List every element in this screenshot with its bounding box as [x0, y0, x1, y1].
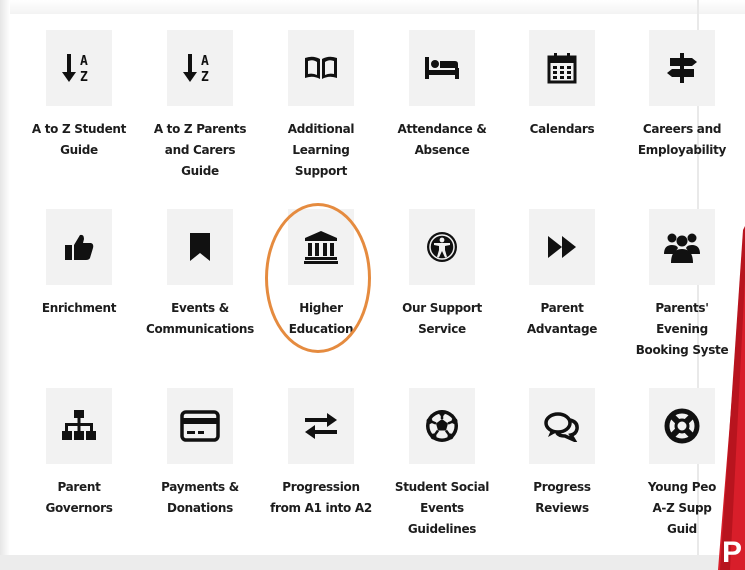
- quick-link-a-to-z-student-guide[interactable]: AZ A to Z Student Guide: [19, 30, 139, 161]
- credit-card-icon: [167, 388, 233, 464]
- sitemap-icon: [46, 388, 112, 464]
- left-shadow: [0, 0, 10, 555]
- label-line: and Carers: [164, 143, 236, 157]
- label-line: A to Z Student: [31, 122, 127, 136]
- quick-link-careers-and-employability[interactable]: Careers and Employability: [622, 30, 742, 161]
- label-line: Events: [420, 501, 464, 515]
- quick-link-young-peo-a-z-supp-guid[interactable]: Young Peo A-Z Supp Guid: [622, 388, 742, 540]
- quick-link-a-to-z-parents-and-carers-guide[interactable]: AZ A to Z Parents and Carers Guide: [140, 30, 260, 182]
- quick-link-progression-from-a1-into-a2[interactable]: Progression from A1 into A2: [261, 388, 381, 519]
- quick-link-label: A to Z Parents and Carers Guide: [140, 119, 260, 182]
- svg-text:Z: Z: [201, 70, 209, 85]
- comments-icon: [529, 388, 595, 464]
- a-z-sort-icon: AZ: [46, 30, 112, 106]
- label-line: A to Z Parents: [153, 122, 247, 136]
- quick-link-label: Attendance & Absence: [382, 119, 502, 161]
- label-line: Careers and: [642, 122, 722, 136]
- label-line: Our Support: [402, 301, 482, 315]
- users-icon: [649, 209, 715, 285]
- label-line: Donations: [167, 501, 233, 515]
- quick-link-label: Additional Learning Support: [261, 119, 381, 182]
- quick-link-attendance-absence[interactable]: Attendance & Absence: [382, 30, 502, 161]
- label-line: Attendance &: [397, 122, 487, 136]
- quick-link-label: Our Support Service: [382, 298, 502, 340]
- quick-link-label: Events & Communications: [140, 298, 260, 340]
- quick-link-label: Parent Advantage: [502, 298, 622, 340]
- label-line: Progression: [282, 480, 360, 494]
- thumbs-up-icon: [46, 209, 112, 285]
- quick-link-payments-donations[interactable]: Payments & Donations: [140, 388, 260, 519]
- top-shade: [0, 0, 745, 14]
- bookmark-icon: [167, 209, 233, 285]
- label-line: Absence: [414, 143, 470, 157]
- label-line: Communications: [145, 322, 255, 336]
- quick-link-label: Progression from A1 into A2: [261, 477, 381, 519]
- label-line: Governors: [45, 501, 113, 515]
- quick-link-label: A to Z Student Guide: [19, 119, 139, 161]
- label-line: Young Peo: [647, 480, 717, 494]
- label-line: Additional: [287, 122, 355, 136]
- label-line: Progress: [533, 480, 591, 494]
- label-line: Evening: [656, 322, 708, 336]
- label-line: Calendars: [529, 122, 595, 136]
- quick-link-label: Calendars: [502, 119, 622, 140]
- quick-link-calendars[interactable]: Calendars: [502, 30, 622, 140]
- quick-link-label: Student Social Events Guidelines: [382, 477, 502, 540]
- quick-link-parent-governors[interactable]: Parent Governors: [19, 388, 139, 519]
- label-line: Parent: [57, 480, 101, 494]
- open-book-icon: [288, 30, 354, 106]
- universal-access-icon: [409, 209, 475, 285]
- label-line: Payments &: [161, 480, 239, 494]
- calendar-icon: [529, 30, 595, 106]
- label-line: Guidelines: [407, 522, 477, 536]
- quick-link-parents-evening-booking-syste[interactable]: Parents' Evening Booking Syste: [622, 209, 742, 361]
- label-line: Advantage: [526, 322, 598, 336]
- label-line: Events &: [171, 301, 229, 315]
- label-line: Learning: [292, 143, 350, 157]
- football-icon: [409, 388, 475, 464]
- label-line: Student Social: [394, 480, 490, 494]
- label-line: Support: [294, 164, 348, 178]
- quick-link-our-support-service[interactable]: Our Support Service: [382, 209, 502, 340]
- label-line: Guide: [181, 164, 219, 178]
- quick-link-additional-learning-support[interactable]: Additional Learning Support: [261, 30, 381, 182]
- label-line: Parents': [655, 301, 709, 315]
- quick-link-label: Progress Reviews: [502, 477, 622, 519]
- quick-link-label: Young Peo A-Z Supp Guid: [622, 477, 742, 540]
- highlight-circle: [265, 203, 371, 353]
- signpost-icon: [649, 30, 715, 106]
- quick-link-label: Parent Governors: [19, 477, 139, 519]
- quick-link-label: Careers and Employability: [622, 119, 742, 161]
- quick-link-events-communications[interactable]: Events & Communications: [140, 209, 260, 340]
- quick-link-student-social-events-guidelines[interactable]: Student Social Events Guidelines: [382, 388, 502, 540]
- label-line: Reviews: [535, 501, 589, 515]
- label-line: Booking Syste: [635, 343, 729, 357]
- label-line: Enrichment: [41, 301, 117, 315]
- life-ring-icon: [649, 388, 715, 464]
- svg-text:A: A: [80, 54, 88, 69]
- label-line: A-Z Supp: [652, 501, 712, 515]
- a-z-sort-icon: AZ: [167, 30, 233, 106]
- label-line: Parent: [540, 301, 584, 315]
- label-line: from A1 into A2: [270, 501, 372, 515]
- quick-link-label: Parents' Evening Booking Syste: [622, 298, 742, 361]
- label-line: Service: [418, 322, 466, 336]
- exchange-arrows-icon: [288, 388, 354, 464]
- svg-text:A: A: [201, 54, 209, 69]
- corner-letter: P: [722, 536, 742, 569]
- label-line: Guide: [60, 143, 98, 157]
- quick-link-enrichment[interactable]: Enrichment: [19, 209, 139, 319]
- fast-forward-icon: [529, 209, 595, 285]
- svg-text:Z: Z: [80, 70, 88, 85]
- quick-link-label: Enrichment: [19, 298, 139, 319]
- quick-link-progress-reviews[interactable]: Progress Reviews: [502, 388, 622, 519]
- label-line: Guid: [667, 522, 697, 536]
- quick-link-label: Payments & Donations: [140, 477, 260, 519]
- quick-link-parent-advantage[interactable]: Parent Advantage: [502, 209, 622, 340]
- bed-icon: [409, 30, 475, 106]
- label-line: Employability: [637, 143, 727, 157]
